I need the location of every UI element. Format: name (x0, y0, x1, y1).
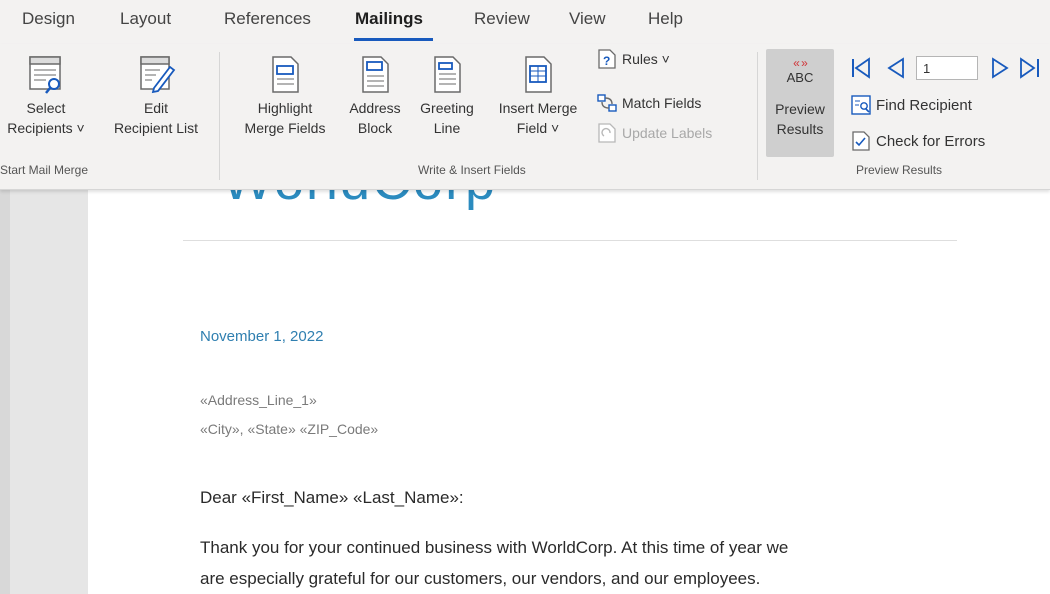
rules-icon: ? (598, 49, 616, 69)
update-labels-button[interactable]: Update Labels (596, 122, 712, 144)
address-block-icon (362, 56, 389, 93)
letter-body-line-2: are especially grateful for our customer… (200, 569, 761, 588)
highlight-label-1: Highlight (257, 100, 313, 116)
select-recipients-button[interactable]: Select Recipients ˅ (0, 54, 92, 138)
word-window: Design Layout References Mailings Review… (0, 0, 1050, 594)
edit-list-icon (140, 56, 176, 94)
letter-date: November 1, 2022 (200, 328, 324, 345)
find-recipient-button[interactable]: Find Recipient (850, 94, 972, 116)
select-recipients-label-2: Recipients ˅ (7, 120, 85, 136)
preview-results-label-1: Preview (775, 101, 825, 117)
insert-merge-field-label-2: Field ˅ (516, 120, 560, 136)
edit-recipient-label-1: Edit (143, 100, 169, 116)
previous-record-icon[interactable] (886, 56, 906, 80)
group-label-start-mail-merge: Start Mail Merge (0, 163, 89, 177)
insert-merge-field-icon (525, 56, 552, 93)
insert-merge-field-label-1: Insert Merge (498, 100, 578, 116)
address-block-label-1: Address (349, 100, 401, 116)
greeting-line-label-1: Greeting (420, 100, 474, 116)
last-record-icon[interactable] (1018, 56, 1042, 80)
highlight-label-2: Merge Fields (244, 120, 326, 136)
ribbon-tab-bar: Design Layout References Mailings Review… (0, 0, 1050, 44)
tab-design[interactable]: Design (22, 9, 75, 29)
tab-help[interactable]: Help (648, 9, 683, 29)
tab-review[interactable]: Review (474, 9, 530, 29)
group-label-write-insert: Write & Insert Fields (418, 163, 526, 177)
group-label-preview-results: Preview Results (856, 163, 943, 177)
highlight-merge-fields-icon (272, 56, 299, 93)
record-number-input[interactable] (916, 56, 978, 80)
group-separator (219, 52, 220, 180)
preview-results-label-2: Results (776, 121, 824, 137)
tab-layout[interactable]: Layout (120, 9, 171, 29)
find-recipient-icon (851, 95, 871, 115)
merge-field-address-line[interactable]: «Address_Line_1» (200, 392, 317, 408)
address-block-label-2: Block (357, 120, 393, 136)
preview-arrows-icon: « » (793, 56, 808, 70)
check-for-errors-label: Check for Errors (876, 132, 986, 150)
update-labels-label: Update Labels (622, 125, 713, 141)
greeting-line-label-2: Line (433, 120, 461, 136)
active-tab-indicator (354, 38, 433, 41)
preview-results-button[interactable]: « » ABC Preview Results (766, 49, 834, 157)
abc-label: ABC (786, 70, 814, 85)
first-record-icon[interactable] (850, 56, 872, 80)
group-separator (757, 52, 758, 180)
find-recipient-label: Find Recipient (876, 96, 972, 114)
rules-button[interactable]: ? Rules ˅ (596, 48, 670, 70)
mailings-ribbon: Select Recipients ˅ Edit Recipient List … (0, 44, 1050, 190)
match-fields-label: Match Fields (622, 95, 702, 111)
navigation-pane-edge (0, 189, 10, 594)
select-recipients-label-1: Select (26, 100, 66, 116)
greeting-line-button[interactable]: Greeting Line (410, 54, 484, 138)
letter-greeting: Dear «First_Name» «Last_Name»: (200, 488, 464, 507)
match-fields-button[interactable]: Match Fields (596, 92, 701, 114)
merge-field-city-state-zip[interactable]: «City», «State» «ZIP_Code» (200, 421, 378, 437)
check-for-errors-icon (852, 131, 870, 151)
select-recipients-icon (29, 56, 61, 94)
tab-view[interactable]: View (569, 9, 606, 29)
highlight-merge-fields-button[interactable]: Highlight Merge Fields (232, 54, 338, 138)
insert-merge-field-button[interactable]: Insert Merge Field ˅ (486, 54, 590, 138)
rules-label: Rules ˅ (622, 51, 670, 67)
next-record-icon[interactable] (990, 56, 1010, 80)
header-divider (183, 240, 957, 241)
address-block-button[interactable]: Address Block (340, 54, 410, 138)
update-labels-icon (598, 123, 616, 143)
check-for-errors-button[interactable]: Check for Errors (850, 130, 985, 152)
tab-references[interactable]: References (224, 9, 311, 29)
match-fields-icon (597, 94, 617, 112)
letter-body-line-1: Thank you for your continued business wi… (200, 538, 789, 557)
edit-recipient-list-button[interactable]: Edit Recipient List (100, 54, 212, 138)
greeting-line-icon (434, 56, 461, 93)
document-page[interactable] (88, 150, 1050, 594)
edit-recipient-label-2: Recipient List (113, 120, 199, 136)
svg-text:?: ? (603, 54, 610, 68)
tab-mailings[interactable]: Mailings (355, 9, 423, 29)
